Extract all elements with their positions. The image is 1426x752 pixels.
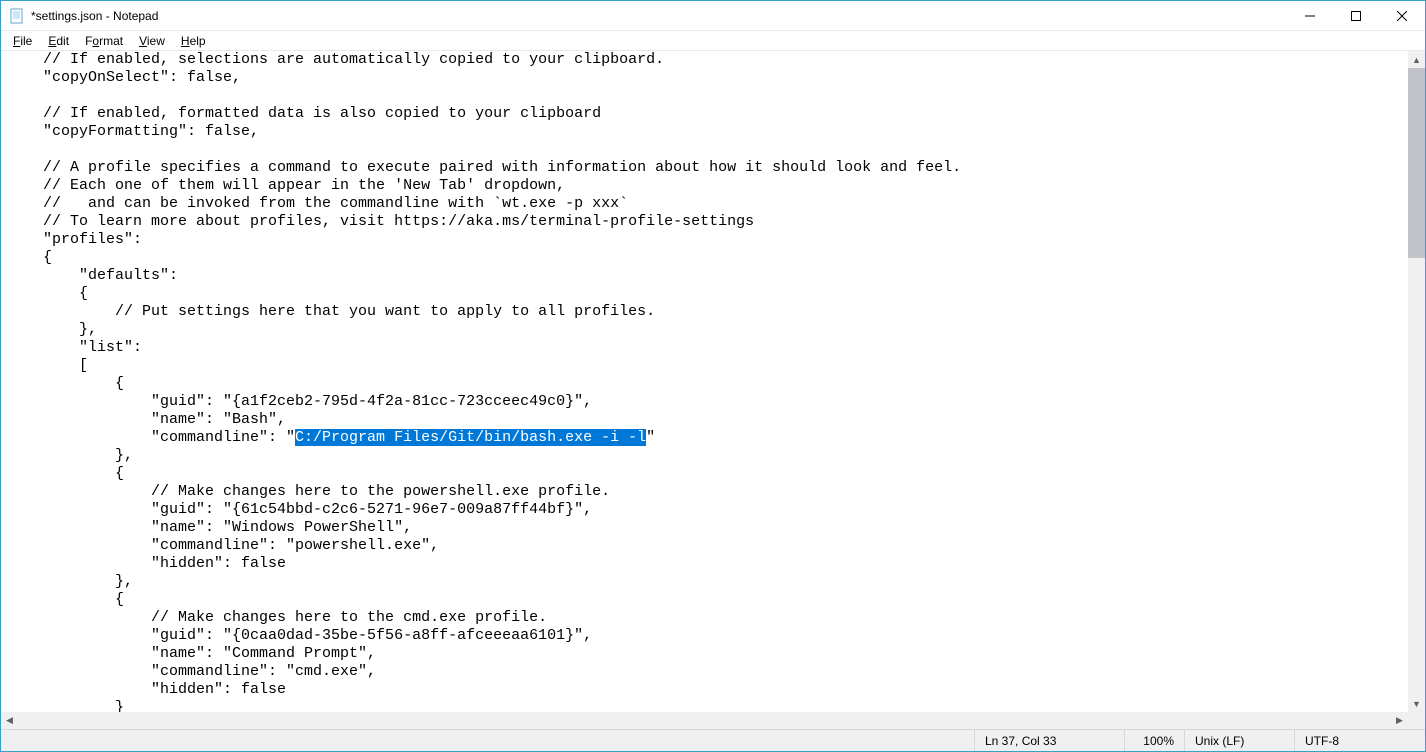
text-before-selection: // If enabled, selections are automatica…: [7, 51, 961, 446]
menu-edit[interactable]: Edit: [40, 33, 77, 49]
status-zoom: 100%: [1125, 730, 1185, 751]
title-bar: *settings.json - Notepad: [1, 1, 1425, 31]
status-line-ending: Unix (LF): [1185, 730, 1295, 751]
menu-view[interactable]: View: [131, 33, 173, 49]
scroll-left-button[interactable]: ◀: [1, 712, 18, 729]
horizontal-scroll-track[interactable]: [18, 712, 1391, 729]
scroll-down-button[interactable]: ▼: [1408, 695, 1425, 712]
status-bar: Ln 37, Col 33 100% Unix (LF) UTF-8: [1, 729, 1425, 751]
menu-bar: File Edit Format View Help: [1, 31, 1425, 51]
menu-help[interactable]: Help: [173, 33, 214, 49]
scroll-up-button[interactable]: ▲: [1408, 51, 1425, 68]
window-title: *settings.json - Notepad: [31, 9, 1287, 23]
maximize-button[interactable]: [1333, 1, 1379, 30]
editor-area: // If enabled, selections are automatica…: [1, 51, 1425, 729]
vertical-scroll-track[interactable]: [1408, 68, 1425, 695]
menu-file[interactable]: File: [5, 33, 40, 49]
status-spacer: [1, 730, 975, 751]
horizontal-scrollbar[interactable]: ◀ ▶: [1, 712, 1408, 729]
window-controls: [1287, 1, 1425, 30]
vertical-scroll-thumb[interactable]: [1408, 68, 1425, 258]
scroll-right-button[interactable]: ▶: [1391, 712, 1408, 729]
scroll-corner: [1408, 712, 1425, 729]
minimize-button[interactable]: [1287, 1, 1333, 30]
vertical-scrollbar[interactable]: ▲ ▼: [1408, 51, 1425, 712]
text-after-selection: " }, { // Make changes here to the power…: [7, 429, 655, 712]
selected-text: C:/Program Files/Git/bin/bash.exe -i -l: [295, 429, 646, 446]
text-editor[interactable]: // If enabled, selections are automatica…: [1, 51, 1408, 712]
status-position: Ln 37, Col 33: [975, 730, 1125, 751]
notepad-icon: [9, 8, 25, 24]
status-encoding: UTF-8: [1295, 730, 1425, 751]
close-button[interactable]: [1379, 1, 1425, 30]
menu-format[interactable]: Format: [77, 33, 131, 49]
